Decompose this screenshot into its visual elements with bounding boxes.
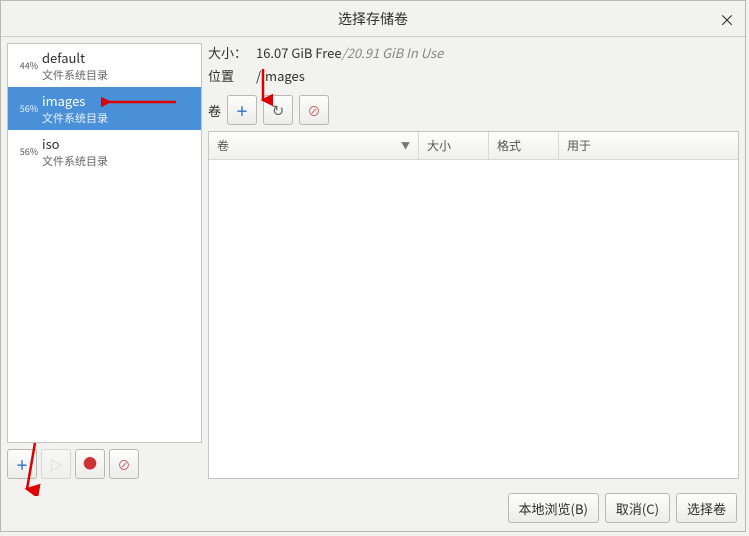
dialog-footer: 本地浏览(B) 取消(C) 选择卷 bbox=[1, 485, 745, 531]
storage-volume-dialog: 选择存储卷 × 44% default 文件系统目录 56% images 文件… bbox=[0, 0, 746, 532]
pool-item-iso[interactable]: 56% iso 文件系统目录 bbox=[8, 130, 201, 173]
size-row: 大小： 16.07 GiB Free / 20.91 GiB In Use bbox=[208, 43, 739, 62]
size-inuse: 20.91 GiB In Use bbox=[347, 43, 444, 62]
play-icon: ▷ bbox=[49, 455, 62, 474]
volume-table-header: 卷 ▼ 大小 格式 用于 bbox=[209, 132, 738, 160]
add-pool-button[interactable]: ＋ bbox=[7, 449, 37, 479]
pool-usage-pct: 56% bbox=[14, 102, 38, 115]
main-panel: 大小： 16.07 GiB Free / 20.91 GiB In Use 位置… bbox=[208, 43, 739, 479]
pool-item-default[interactable]: 44% default 文件系统目录 bbox=[8, 44, 201, 87]
volume-table[interactable]: 卷 ▼ 大小 格式 用于 bbox=[208, 131, 739, 479]
col-size[interactable]: 大小 bbox=[419, 132, 489, 159]
stop-icon: ⊘ bbox=[308, 101, 321, 120]
cancel-button[interactable]: 取消(C) bbox=[605, 493, 670, 523]
pool-toolbar: ＋ ▷ ● ⊘ bbox=[7, 449, 202, 479]
pool-name: images bbox=[42, 91, 108, 110]
sort-icon: ▼ bbox=[401, 139, 410, 152]
stop-icon: ⊘ bbox=[117, 455, 130, 474]
add-volume-button[interactable]: ＋ bbox=[227, 95, 257, 125]
record-icon: ● bbox=[83, 454, 97, 474]
volume-toolbar-row: 卷 ＋ ↻ ⊘ bbox=[208, 95, 739, 125]
pool-list[interactable]: 44% default 文件系统目录 56% images 文件系统目录 56% bbox=[7, 43, 202, 443]
browse-local-button[interactable]: 本地浏览(B) bbox=[508, 493, 599, 523]
col-name[interactable]: 卷 ▼ bbox=[209, 132, 419, 159]
refresh-volumes-button[interactable]: ↻ bbox=[263, 95, 293, 125]
pool-item-images[interactable]: 56% images 文件系统目录 bbox=[8, 87, 201, 130]
location-label: 位置 bbox=[208, 66, 256, 85]
stop-pool-button[interactable]: ● bbox=[75, 449, 105, 479]
delete-pool-button[interactable]: ⊘ bbox=[109, 449, 139, 479]
pool-usage-pct: 44% bbox=[14, 59, 38, 72]
delete-volume-button[interactable]: ⊘ bbox=[299, 95, 329, 125]
refresh-icon: ↻ bbox=[272, 100, 285, 121]
volume-label: 卷 bbox=[208, 101, 221, 120]
dialog-body: 44% default 文件系统目录 56% images 文件系统目录 56% bbox=[1, 37, 745, 485]
col-format[interactable]: 格式 bbox=[489, 132, 559, 159]
plus-icon: ＋ bbox=[15, 455, 28, 474]
plus-icon: ＋ bbox=[236, 101, 249, 120]
pool-type: 文件系统目录 bbox=[42, 153, 108, 169]
size-label: 大小： bbox=[208, 43, 256, 62]
pool-type: 文件系统目录 bbox=[42, 67, 108, 83]
size-free: 16.07 GiB Free bbox=[256, 43, 342, 62]
pool-usage-pct: 56% bbox=[14, 145, 38, 158]
location-row: 位置 /images bbox=[208, 66, 739, 85]
close-icon[interactable]: × bbox=[719, 7, 735, 31]
pool-name: default bbox=[42, 48, 108, 67]
dialog-title: 选择存储卷 bbox=[338, 9, 408, 29]
choose-volume-button[interactable]: 选择卷 bbox=[676, 493, 737, 523]
volume-table-body bbox=[209, 160, 738, 478]
sidebar: 44% default 文件系统目录 56% images 文件系统目录 56% bbox=[7, 43, 202, 479]
start-pool-button: ▷ bbox=[41, 449, 71, 479]
pool-name: iso bbox=[42, 134, 108, 153]
col-used[interactable]: 用于 bbox=[559, 132, 738, 159]
titlebar: 选择存储卷 × bbox=[1, 1, 745, 37]
pool-type: 文件系统目录 bbox=[42, 110, 108, 126]
location-value: /images bbox=[256, 66, 305, 85]
